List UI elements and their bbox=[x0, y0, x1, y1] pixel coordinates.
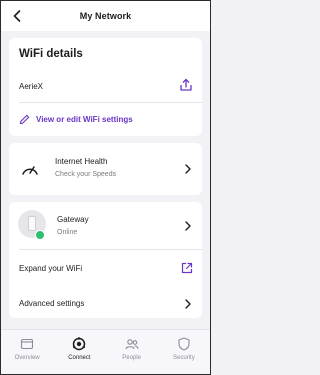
device-frame bbox=[0, 0, 211, 375]
